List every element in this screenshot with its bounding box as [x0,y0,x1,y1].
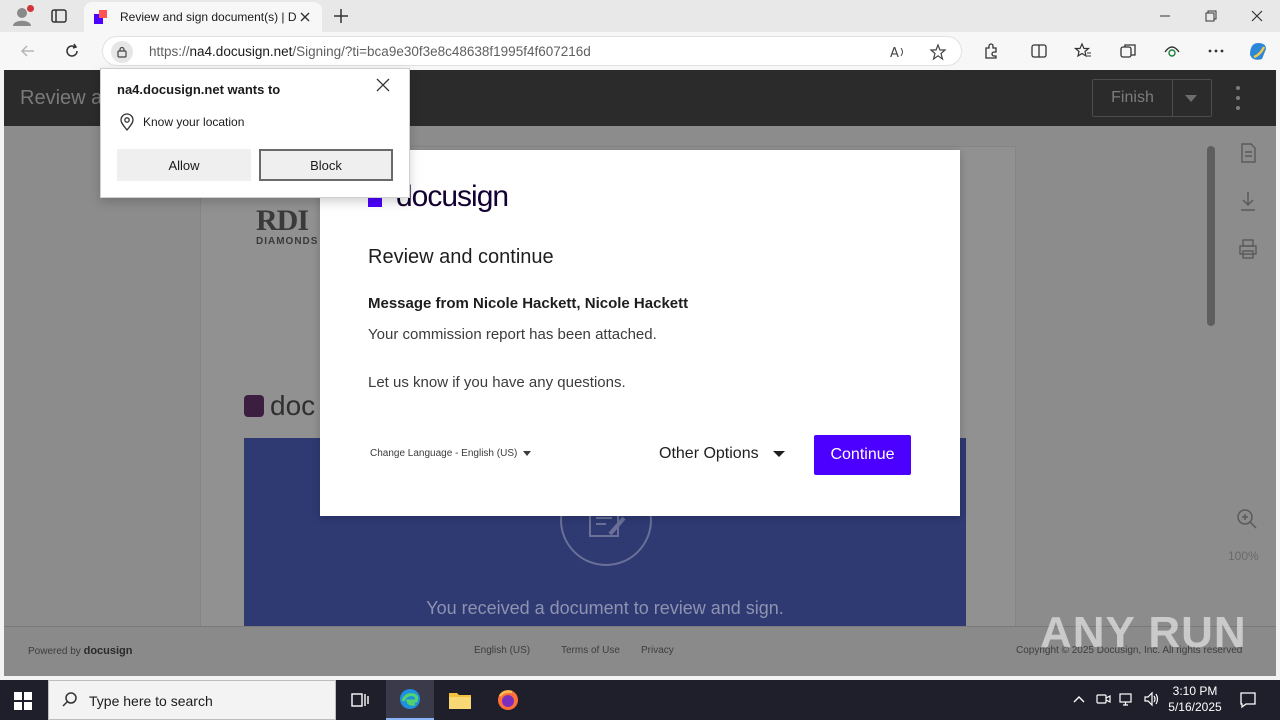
allow-button[interactable]: Allow [117,149,251,181]
docusign-favicon-icon [94,10,108,24]
terms-link[interactable]: Terms of Use [561,645,620,656]
new-tab-icon[interactable] [332,7,350,25]
privacy-link[interactable]: Privacy [641,645,674,656]
change-language-dropdown[interactable]: Change Language - English (US) [370,448,532,459]
restore-icon[interactable] [1188,0,1234,32]
tab-docusign[interactable]: Review and sign document(s) | D [84,2,322,32]
search-icon [61,691,79,709]
favorites-icon[interactable] [1073,41,1093,61]
tab-title: Review and sign document(s) | D [120,10,297,24]
edge-app-icon[interactable] [386,680,434,720]
address-bar[interactable]: https://na4.docusign.net/Signing/?ti=bca… [102,36,962,66]
notifications-icon[interactable] [1238,690,1258,710]
page-title: Review a [20,87,103,109]
document-docusign-logo: doc [244,390,315,422]
file-explorer-icon[interactable] [436,680,484,720]
company-logo-sub: DIAMONDS [256,236,319,247]
lock-icon[interactable] [111,41,133,63]
chevron-up-icon[interactable] [1070,690,1088,708]
print-icon[interactable] [1238,238,1258,260]
location-permission-popup: na4.docusign.net wants to Know your loca… [100,68,410,198]
notification-dot [27,5,34,12]
zoom-level: 100% [1228,549,1259,563]
company-logo: RDI [256,204,309,237]
copilot-icon[interactable] [1246,39,1270,63]
url-text: https://na4.docusign.net/Signing/?ti=bca… [149,44,591,59]
continue-button[interactable]: Continue [814,435,911,475]
browser-toolbar: https://na4.docusign.net/Signing/?ti=bca… [0,32,1280,70]
profile-icon[interactable] [10,5,34,27]
download-icon[interactable] [1238,190,1258,212]
close-icon[interactable] [375,77,391,93]
task-view-icon[interactable] [336,680,384,720]
tab-actions-icon[interactable] [50,7,68,25]
document-icon[interactable] [1238,142,1258,164]
powered-by: Powered by docusign [28,645,133,657]
firefox-icon[interactable] [484,680,532,720]
svg-text:A: A [890,46,899,61]
extensions-icon[interactable] [981,41,1001,61]
volume-icon[interactable] [1142,690,1160,708]
location-pin-icon [119,113,135,132]
message-from: Message from Nicole Hackett, Nicole Hack… [368,295,689,312]
message-line-2: Let us know if you have any questions. [368,374,626,391]
browser-essentials-icon[interactable] [1162,41,1182,61]
more-options-icon[interactable] [1236,86,1240,110]
docusign-mark-icon [244,395,264,417]
block-button[interactable]: Block [259,149,393,181]
minimize-icon[interactable] [1142,0,1188,32]
network-icon[interactable] [1118,690,1136,708]
finish-dropdown-icon[interactable] [1185,95,1197,102]
finish-button-group: Finish [1092,79,1212,117]
finish-button[interactable]: Finish [1093,80,1173,116]
browser-tab-strip: Review and sign document(s) | D [0,0,1280,32]
refresh-icon[interactable] [62,41,82,61]
more-menu-icon[interactable] [1206,41,1226,61]
chevron-down-icon [772,451,785,457]
windows-taskbar: Type here to search 3:10 PM 5/16/2025 [0,680,1280,720]
close-window-icon[interactable] [1234,0,1280,32]
zoom-in-icon[interactable] [1236,508,1258,530]
footer-language[interactable]: English (US) [474,645,530,656]
windows-start-icon[interactable] [14,692,32,710]
message-line-1: Your commission report has been attached… [368,326,657,343]
system-clock[interactable]: 3:10 PM 5/16/2025 [1162,683,1228,715]
back-icon[interactable] [18,41,38,61]
collections-icon[interactable] [1118,41,1138,61]
split-screen-icon[interactable] [1029,41,1049,61]
received-message: You received a document to review and si… [426,598,784,618]
close-tab-icon[interactable] [298,10,312,24]
favorite-star-icon[interactable] [929,43,947,61]
permission-title: na4.docusign.net wants to [117,82,281,97]
read-aloud-icon[interactable]: A [889,43,907,61]
search-placeholder: Type here to search [89,693,213,709]
review-dialog: docusign Review and continue Message fro… [320,150,960,516]
meet-now-icon[interactable] [1094,690,1112,708]
chevron-down-icon [523,451,532,456]
dialog-heading: Review and continue [368,246,554,268]
document-scrollbar[interactable] [1207,146,1215,326]
taskbar-search[interactable]: Type here to search [48,680,336,720]
permission-description: Know your location [143,115,245,129]
other-options-dropdown[interactable]: Other Options [659,445,785,463]
anyrun-watermark: ANY RUN [1040,608,1247,657]
